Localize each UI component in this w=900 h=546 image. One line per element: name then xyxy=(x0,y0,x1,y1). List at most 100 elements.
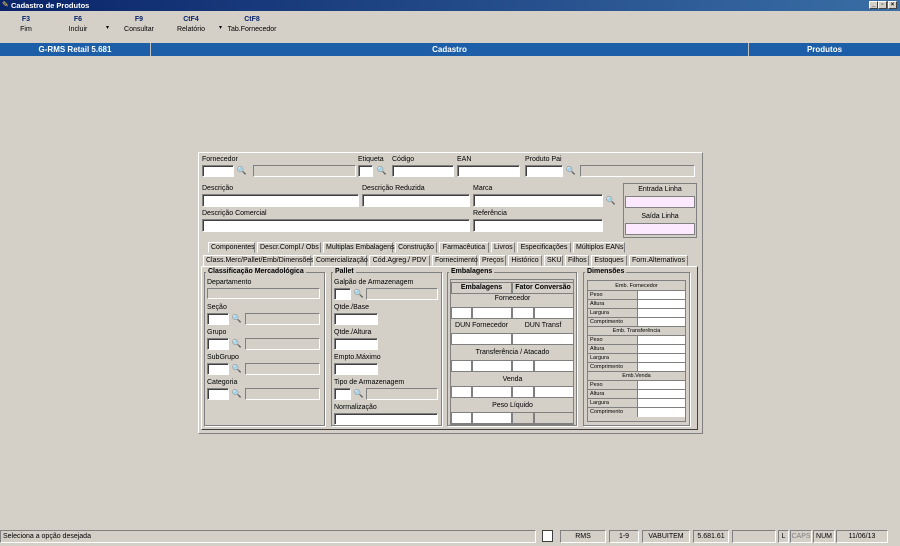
etiqueta-search-binoculars-icon[interactable]: 🔍 xyxy=(376,165,387,176)
normalizacao-input[interactable] xyxy=(334,413,438,425)
tipo-armazenagem-search-binoculars-icon[interactable]: 🔍 xyxy=(353,388,364,399)
dun-fornecedor-input[interactable] xyxy=(451,333,512,345)
galpao-input[interactable] xyxy=(334,288,351,300)
qtde-base-label: Qtde./Base xyxy=(334,304,370,311)
close-button[interactable]: × xyxy=(888,1,897,9)
venda-fator2-cell[interactable] xyxy=(534,386,574,398)
categoria-search-binoculars-icon[interactable]: 🔍 xyxy=(231,388,242,399)
galpao-search-binoculars-icon[interactable]: 🔍 xyxy=(353,288,364,299)
dim-emb-fornecedor-title: Emb. Fornecedor xyxy=(588,281,685,291)
fornecedor-input[interactable] xyxy=(202,165,234,177)
tab-componentes[interactable]: Componentes xyxy=(208,242,255,253)
dim-fornecedor-peso-input[interactable] xyxy=(638,291,685,299)
emb-fornecedor-fator-cell[interactable] xyxy=(512,307,534,319)
header-module: Produtos xyxy=(749,43,900,56)
venda-unit-cell[interactable] xyxy=(472,386,512,398)
tab-cod-agreg-pdv[interactable]: Cód.Agreg./ PDV xyxy=(369,255,430,266)
dim-venda-comprimento-label: Comprimento xyxy=(588,408,638,417)
toolbar-incluir-button[interactable]: F6 Incluir xyxy=(53,16,103,33)
tab-multiplos-eans[interactable]: Múltiplos EANs xyxy=(573,242,625,253)
tab-comercializacao[interactable]: Comercialização xyxy=(313,255,368,266)
descricao-comercial-input[interactable] xyxy=(202,219,470,232)
dim-transferencia-peso-input[interactable] xyxy=(638,336,685,344)
tab-sku[interactable]: SKU xyxy=(544,255,563,266)
empto-maximo-input[interactable] xyxy=(334,363,378,375)
secao-input[interactable] xyxy=(207,313,229,325)
header-app-version: G-RMS Retail 5.681 xyxy=(0,43,151,56)
tab-filhos[interactable]: Filhos xyxy=(565,255,589,266)
qtde-altura-input[interactable] xyxy=(334,338,378,350)
tab-farmaceutica[interactable]: Farmacêutica xyxy=(439,242,489,253)
toolbar-fim-button[interactable]: F3 Fim xyxy=(1,16,51,33)
ean-input[interactable] xyxy=(457,165,520,177)
toolbar-tab-fornecedor-button[interactable]: CtF8 Tab.Fornecedor xyxy=(227,16,277,33)
transferencia-fator2-cell[interactable] xyxy=(534,360,574,372)
marca-search-binoculars-icon[interactable]: 🔍 xyxy=(605,195,616,206)
maximize-button[interactable]: ▫ xyxy=(878,1,887,9)
venda-fator-cell[interactable] xyxy=(512,386,534,398)
descricao-input[interactable] xyxy=(202,194,359,207)
status-date: 11/06/13 xyxy=(836,530,888,543)
tab-historico[interactable]: Histórico xyxy=(508,255,542,266)
dim-transferencia-comprimento-input[interactable] xyxy=(638,363,685,371)
descricao-reduzida-input[interactable] xyxy=(362,194,470,207)
referencia-input[interactable] xyxy=(473,219,603,232)
tab-multiplas-embalagens[interactable]: Multiplas Embalagens xyxy=(323,242,394,253)
descricao-comercial-label: Descrição Comercial xyxy=(202,210,267,217)
tab-estoques[interactable]: Estoques xyxy=(591,255,627,266)
dim-venda-comprimento-input[interactable] xyxy=(638,408,685,417)
dim-transferencia-altura-input[interactable] xyxy=(638,345,685,353)
produto-pai-input[interactable] xyxy=(525,165,563,177)
dim-fornecedor-largura-input[interactable] xyxy=(638,309,685,317)
tab-livros[interactable]: Livros xyxy=(491,242,515,253)
subgrupo-search-binoculars-icon[interactable]: 🔍 xyxy=(231,363,242,374)
transferencia-unit-cell[interactable] xyxy=(472,360,512,372)
status-version: 5.681.61 xyxy=(693,530,729,543)
categoria-input[interactable] xyxy=(207,388,229,400)
toolbar-relatorio-button[interactable]: CtF4 Relatório xyxy=(166,16,216,33)
relatorio-dropdown-arrow-icon[interactable]: ▾ xyxy=(219,24,222,31)
emb-fornecedor-qty-cell[interactable] xyxy=(451,307,472,319)
dim-venda-largura-input[interactable] xyxy=(638,399,685,407)
tab-especificacoes[interactable]: Especificações xyxy=(517,242,571,253)
emb-fornecedor-unit-cell[interactable] xyxy=(472,307,512,319)
departamento-label: Departamento xyxy=(207,279,252,286)
dim-fornecedor-altura-input[interactable] xyxy=(638,300,685,308)
codigo-input[interactable] xyxy=(392,165,454,177)
etiqueta-input[interactable] xyxy=(358,165,373,177)
tab-fornecimento[interactable]: Fornecimento xyxy=(432,255,478,266)
toolbar-consultar-button[interactable]: F9 Consultar xyxy=(114,16,164,33)
fornecedor-search-binoculars-icon[interactable]: 🔍 xyxy=(236,165,247,176)
dim-fornecedor-comprimento-input[interactable] xyxy=(638,318,685,326)
dim-transferencia-comprimento-label: Comprimento xyxy=(588,363,638,371)
produto-pai-search-binoculars-icon[interactable]: 🔍 xyxy=(565,165,576,176)
tipo-armazenagem-input[interactable] xyxy=(334,388,351,400)
subgrupo-label: SubGrupo xyxy=(207,354,239,361)
venda-qty-cell[interactable] xyxy=(451,386,472,398)
transferencia-fator-cell[interactable] xyxy=(512,360,534,372)
dim-venda-peso-input[interactable] xyxy=(638,381,685,389)
grupo-search-binoculars-icon[interactable]: 🔍 xyxy=(231,338,242,349)
incluir-dropdown-arrow-icon[interactable]: ▾ xyxy=(106,24,109,31)
tab-descr-compl-obs[interactable]: Descr.Compl./ Obs xyxy=(257,242,321,253)
tab-forn-alternativos[interactable]: Forn.Alternativos xyxy=(629,255,688,266)
peso-liquido-value-cell[interactable] xyxy=(472,412,512,424)
dun-transf-input[interactable] xyxy=(512,333,574,345)
tab-precos[interactable]: Preços xyxy=(479,255,506,266)
peso-liquido-qty-cell[interactable] xyxy=(451,412,472,424)
marca-input[interactable] xyxy=(473,194,603,207)
grupo-input[interactable] xyxy=(207,338,229,350)
status-message: Seleciona a opção desejada xyxy=(0,530,536,543)
subgrupo-input[interactable] xyxy=(207,363,229,375)
dim-transferencia-largura-input[interactable] xyxy=(638,354,685,362)
dun-fornecedor-label: DUN Fornecedor xyxy=(455,322,508,329)
produto-pai-description-field xyxy=(580,165,695,177)
transferencia-qty-cell[interactable] xyxy=(451,360,472,372)
secao-search-binoculars-icon[interactable]: 🔍 xyxy=(231,313,242,324)
secao-label: Seção xyxy=(207,304,227,311)
dim-venda-altura-input[interactable] xyxy=(638,390,685,398)
tab-construcao[interactable]: Construção xyxy=(395,242,437,253)
qtde-base-input[interactable] xyxy=(334,313,378,325)
minimize-button[interactable]: _ xyxy=(869,1,878,9)
emb-fornecedor-fator2-cell[interactable] xyxy=(534,307,574,319)
